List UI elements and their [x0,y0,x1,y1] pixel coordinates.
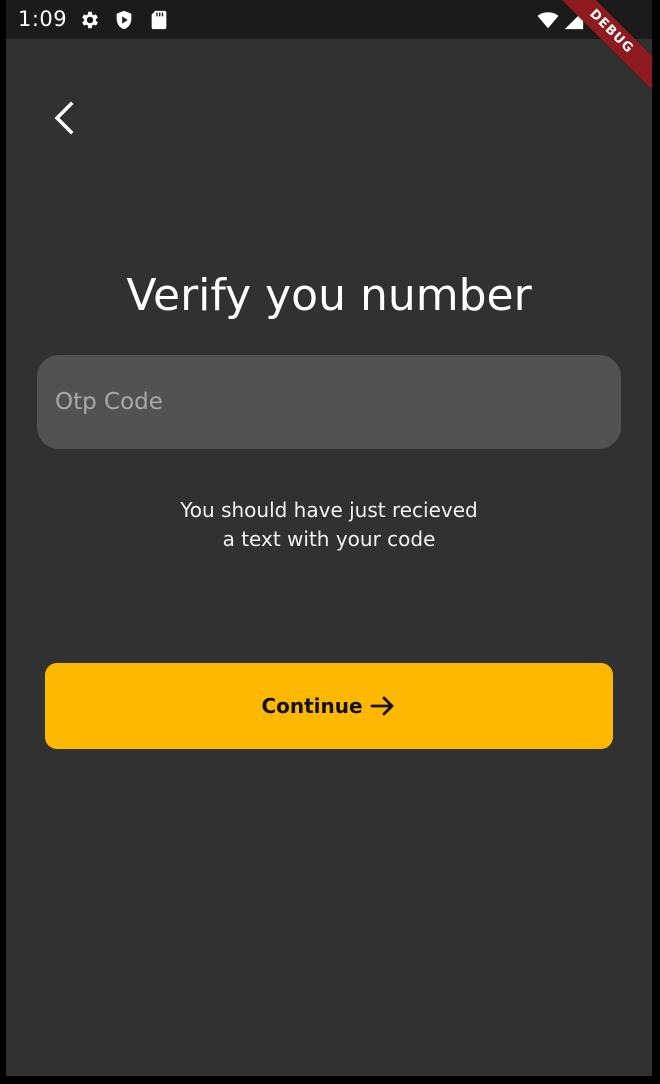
chevron-left-icon [54,101,74,135]
arrow-right-icon [369,692,397,720]
hint-line-1: You should have just recieved [180,498,478,522]
otp-field[interactable] [37,355,621,449]
app-screen: 1:09 DEBUG Verify you number You should … [6,0,652,1076]
settings-icon [79,9,101,31]
otp-code-input[interactable] [55,355,595,449]
back-button[interactable] [44,96,88,140]
hint-line-2: a text with your code [222,527,436,551]
page-title: Verify you number [126,270,532,321]
shield-play-icon [113,9,135,31]
status-bar: 1:09 [6,0,652,39]
otp-hint-text: You should have just recieved a text wit… [6,496,652,554]
continue-label: Continue [261,694,363,718]
status-time: 1:09 [18,7,68,31]
continue-button[interactable]: Continue [45,663,613,749]
sd-card-icon [148,9,170,31]
wifi-icon [537,9,559,31]
